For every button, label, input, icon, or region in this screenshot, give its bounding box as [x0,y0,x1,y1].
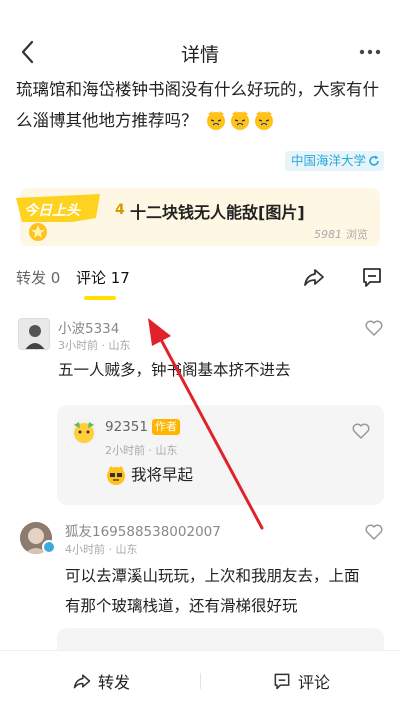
reply-box: 92351 作者 2小时前 · 山东 我将早起 [57,405,384,505]
views-count: 5981 [314,228,342,241]
comment-icon[interactable] [360,265,384,289]
comment-text: 五一人贼多，钟书阁基本挤不进去 [58,361,291,379]
avatar[interactable] [18,318,50,350]
hot-topic-card[interactable]: 今日上头 4 十二块钱无人能敌[图片] 5981 浏览 [12,188,380,246]
comment-button-label: 评论 [298,673,331,692]
reply-content: 我将早起 [105,460,193,490]
tab-repost[interactable]: 转发 0 [16,267,60,288]
views-label: 浏览 [346,228,368,241]
bottom-action-bar: 转发 评论 [0,650,400,711]
post-detail-page: 详情 琉璃馆和海岱楼钟书阁没有什么好玩的，大家有什么淄博其他地方推荐吗？ 中国海… [0,0,400,711]
avatar[interactable] [71,419,97,445]
divider [200,673,201,689]
svg-text:今日上头: 今日上头 [24,202,81,219]
hot-topic-views: 5981 浏览 [314,226,368,242]
school-tag-label: 中国海洋大学 [290,153,366,168]
comment-meta: 3小时前 · 山东 [58,339,131,352]
tab-comment[interactable]: 评论 17 [76,267,130,300]
refresh-icon [369,155,379,166]
comment-button[interactable]: 评论 [272,669,330,693]
verified-badge-icon [42,540,56,554]
reply-meta: 2小时前 · 山东 [105,444,178,457]
school-tag[interactable]: 中国海洋大学 [284,151,384,171]
nav-bar: 详情 [0,32,400,72]
like-heart-icon[interactable] [364,522,384,542]
share-icon [73,674,91,689]
tabs-bar: 转发 0 评论 17 [0,262,400,302]
today-hot-badge: 今日上头 [16,194,100,241]
active-tab-indicator [84,296,116,300]
tab-comment-label: 评论 17 [76,269,130,287]
tiger-emoji-icon [206,111,225,130]
comment-text-line: 有那个玻璃栈道，还有滑梯很好玩 [65,597,298,615]
reply-text: 我将早起 [131,466,194,484]
comment-username[interactable]: 小波5334 [58,317,119,337]
page-title: 详情 [180,44,219,66]
repost-button-label: 转发 [98,673,131,692]
tiger-emoji-icon [107,466,125,485]
author-tag: 作者 [151,419,180,435]
repost-button[interactable]: 转发 [72,669,130,693]
comment-icon [274,673,290,690]
more-options-icon[interactable] [356,38,384,66]
hot-topic-title: 十二块钱无人能敌[图片] [130,203,305,222]
like-heart-icon[interactable] [351,421,371,441]
post-content: 琉璃馆和海岱楼钟书阁没有什么好玩的，大家有什么淄博其他地方推荐吗？ [16,74,388,136]
reply-username-row: 92351 作者 [105,419,180,435]
share-icon[interactable] [302,265,326,289]
hot-topic-rank: 4 [115,202,125,218]
comment-text-line: 可以去潭溪山玩玩，上次和我朋友去，上面 [65,567,360,585]
post-text: 琉璃馆和海岱楼钟书阁没有什么好玩的，大家有什么淄博其他地方推荐吗？ [16,80,379,130]
like-heart-icon[interactable] [364,318,384,338]
comment-meta: 4小时前 · 山东 [65,543,138,556]
tiger-emoji-icon [254,111,273,130]
tiger-emoji-icon [230,111,249,130]
reply-username[interactable]: 92351 [105,419,148,435]
comment-username[interactable]: 狐友169588538002007 [65,520,221,540]
